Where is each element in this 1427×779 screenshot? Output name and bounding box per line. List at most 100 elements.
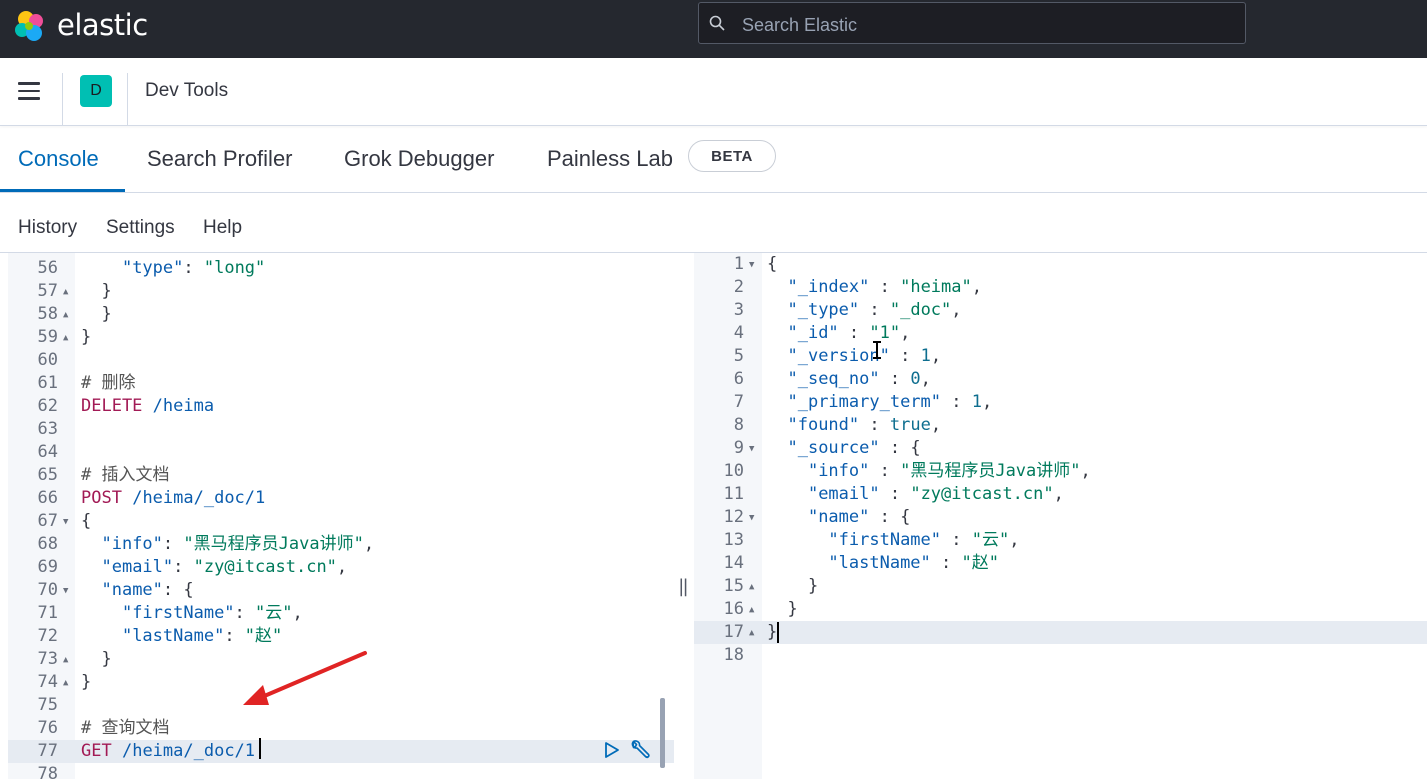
line-number: 11 bbox=[723, 484, 744, 504]
code-line[interactable]: 65 # 插入文档 bbox=[8, 464, 674, 487]
code-line[interactable]: 67 ▼ { bbox=[8, 510, 674, 533]
code-line[interactable]: 66 POST /heima/_doc/1 bbox=[8, 487, 674, 510]
tab-search-profiler[interactable]: Search Profiler bbox=[147, 146, 293, 172]
line-number: 61 bbox=[37, 373, 58, 393]
line-number: 5 bbox=[733, 346, 744, 366]
app-header: D Dev Tools bbox=[0, 58, 1427, 126]
code-line[interactable]: 71 "firstName": "云", bbox=[8, 602, 674, 625]
code-text: # 删除 bbox=[81, 373, 136, 393]
code-text: "firstName": "云", bbox=[121, 603, 303, 623]
code-text: } bbox=[81, 672, 92, 692]
code-line: 15 ▲ } bbox=[694, 575, 1427, 598]
line-number: 66 bbox=[37, 488, 58, 508]
line-number: 14 bbox=[723, 553, 744, 573]
line-number: 67 bbox=[37, 511, 58, 531]
code-text: "info": "黑马程序员Java讲师", bbox=[101, 534, 375, 554]
code-text: "found" : true, bbox=[787, 415, 942, 435]
request-editor-scrollbar[interactable] bbox=[660, 698, 665, 768]
settings-link[interactable]: Settings bbox=[106, 217, 175, 239]
space-avatar[interactable]: D bbox=[80, 75, 112, 107]
beta-badge: BETA bbox=[688, 140, 776, 172]
fold-toggle-icon[interactable]: ▲ bbox=[63, 649, 68, 672]
top-navigation-bar: elastic Search Elastic bbox=[0, 0, 1427, 58]
line-number: 71 bbox=[37, 603, 58, 623]
fold-toggle-icon[interactable]: ▼ bbox=[63, 580, 68, 603]
code-line[interactable]: 58 ▲ } bbox=[8, 303, 674, 326]
help-link[interactable]: Help bbox=[203, 217, 242, 239]
history-link[interactable]: History bbox=[18, 217, 77, 239]
code-line[interactable]: 57 ▲ } bbox=[8, 280, 674, 303]
fold-toggle-icon[interactable]: ▲ bbox=[63, 281, 68, 304]
line-number: 59 bbox=[37, 327, 58, 347]
code-line[interactable]: 64 bbox=[8, 441, 674, 464]
tab-painless-lab[interactable]: Painless Lab bbox=[547, 146, 673, 172]
fold-toggle-icon[interactable]: ▼ bbox=[749, 507, 754, 530]
line-number: 2 bbox=[733, 277, 744, 297]
line-number: 1 bbox=[733, 254, 744, 274]
fold-toggle-icon[interactable]: ▼ bbox=[749, 438, 754, 461]
code-text: } bbox=[767, 599, 798, 619]
line-number: 73 bbox=[37, 649, 58, 669]
code-line[interactable]: 76 # 查询文档 bbox=[8, 717, 674, 740]
line-number: 75 bbox=[37, 695, 58, 715]
code-line[interactable]: 61 # 删除 bbox=[8, 372, 674, 395]
breadcrumb-dev-tools: Dev Tools bbox=[145, 80, 229, 101]
code-line[interactable]: 63 bbox=[8, 418, 674, 441]
code-text: # 查询文档 bbox=[81, 718, 170, 738]
code-line[interactable]: 70 ▼ "name": { bbox=[8, 579, 674, 602]
line-number: 68 bbox=[37, 534, 58, 554]
code-text: "_primary_term" : 1, bbox=[787, 392, 993, 412]
elastic-logo-icon[interactable] bbox=[12, 8, 48, 44]
play-icon[interactable] bbox=[604, 741, 620, 759]
line-number: 12 bbox=[723, 507, 744, 527]
code-line[interactable]: 56 "type": "long" bbox=[8, 257, 674, 280]
fold-toggle-icon[interactable]: ▲ bbox=[749, 576, 754, 599]
fold-toggle-icon[interactable]: ▲ bbox=[749, 622, 754, 645]
line-number: 65 bbox=[37, 465, 58, 485]
tab-grok-debugger[interactable]: Grok Debugger bbox=[344, 146, 494, 172]
code-text: "firstName" : "云", bbox=[828, 530, 1020, 550]
code-line[interactable]: 62 DELETE /heima bbox=[8, 395, 674, 418]
code-text: "email" : "zy@itcast.cn", bbox=[807, 484, 1064, 504]
code-line[interactable]: 59 ▲} bbox=[8, 326, 674, 349]
code-line: 14 "lastName" : "赵" bbox=[694, 552, 1427, 575]
line-number: 6 bbox=[733, 369, 744, 389]
code-line: 17 ▲} bbox=[694, 621, 1427, 644]
tab-console[interactable]: Console bbox=[18, 146, 99, 172]
divider bbox=[127, 73, 128, 125]
fold-toggle-icon[interactable]: ▲ bbox=[749, 599, 754, 622]
code-text: "_source" : { bbox=[787, 438, 921, 458]
code-line[interactable]: 68 "info": "黑马程序员Java讲师", bbox=[8, 533, 674, 556]
wrench-icon[interactable] bbox=[628, 738, 652, 762]
fold-toggle-icon[interactable]: ▼ bbox=[63, 511, 68, 534]
code-text: } bbox=[767, 622, 778, 642]
code-line[interactable]: 60 bbox=[8, 349, 674, 372]
code-line: 4 "_id" : "1", bbox=[694, 322, 1427, 345]
fold-toggle-icon[interactable]: ▲ bbox=[63, 304, 68, 327]
code-line: 12 ▼ "name" : { bbox=[694, 506, 1427, 529]
code-line[interactable]: 78 bbox=[8, 763, 674, 779]
global-search-input[interactable]: Search Elastic bbox=[698, 2, 1246, 44]
code-line: 13 "firstName" : "云", bbox=[694, 529, 1427, 552]
fold-toggle-icon[interactable]: ▲ bbox=[63, 327, 68, 350]
fold-toggle-icon[interactable]: ▲ bbox=[63, 672, 68, 695]
code-text: } bbox=[81, 649, 112, 669]
code-line[interactable]: 77 GET /heima/_doc/1 bbox=[8, 740, 674, 763]
code-line[interactable]: 69 "email": "zy@itcast.cn", bbox=[8, 556, 674, 579]
line-number: 3 bbox=[733, 300, 744, 320]
line-number: 72 bbox=[37, 626, 58, 646]
line-number: 70 bbox=[37, 580, 58, 600]
code-line: 5 "_version" : 1, bbox=[694, 345, 1427, 368]
fold-toggle-icon[interactable]: ▼ bbox=[749, 254, 754, 277]
search-icon bbox=[709, 15, 725, 31]
code-text: { bbox=[81, 511, 92, 531]
dev-tools-tabs: Console Search Profiler Grok Debugger Pa… bbox=[0, 126, 1427, 193]
hamburger-menu-icon[interactable] bbox=[18, 82, 40, 100]
line-number: 7 bbox=[733, 392, 744, 412]
code-line: 18 bbox=[694, 644, 1427, 667]
text-caret bbox=[259, 738, 261, 759]
code-line: 10 "info" : "黑马程序员Java讲师", bbox=[694, 460, 1427, 483]
panel-resizer-handle[interactable]: ‖ bbox=[678, 576, 689, 597]
code-text: GET /heima/_doc/1 bbox=[81, 741, 256, 761]
line-number: 56 bbox=[37, 258, 58, 278]
